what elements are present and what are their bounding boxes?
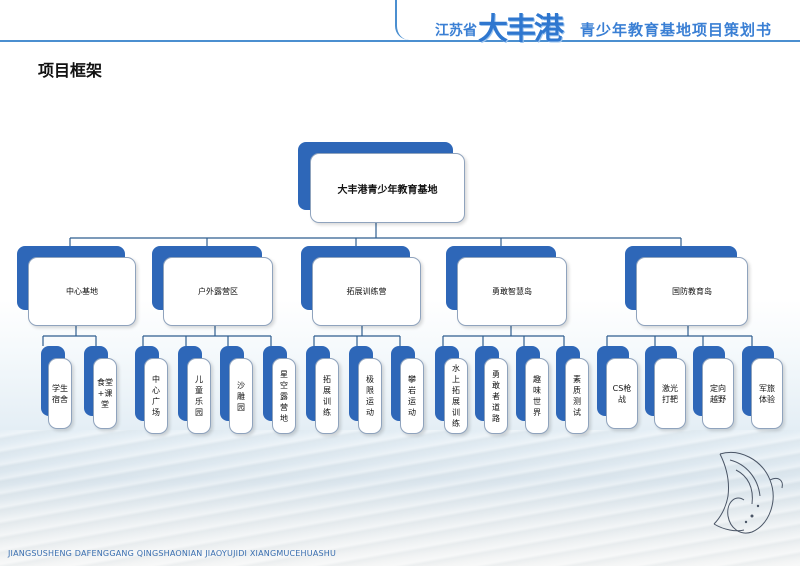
leaf-node: 食堂 +课 堂 (93, 358, 117, 429)
leaf-label: 星 空 露 营 地 (280, 369, 288, 423)
leaf-node: 儿 童 乐 园 (187, 358, 211, 434)
category-node-defense-island: 国防教育岛 (636, 257, 748, 326)
leaf-node: 水 上 拓 展 训 练 (444, 358, 468, 434)
leaf-label: 拓 展 训 练 (323, 375, 331, 417)
root-node-label: 大丰港青少年教育基地 (337, 184, 438, 196)
leaf-node: 学生 宿舍 (48, 358, 72, 429)
leaf-node: 军旅 体验 (751, 358, 783, 429)
category-node-outdoor-camp: 户外露营区 (163, 257, 273, 326)
leaf-label: 沙 雕 园 (237, 380, 245, 412)
leaf-label: 学生 宿舍 (52, 383, 68, 404)
leaf-node: 素 质 测 试 (565, 358, 589, 434)
category-label: 国防教育岛 (672, 287, 712, 296)
leaf-label: CS枪 战 (612, 383, 632, 404)
leaf-node: 拓 展 训 练 (315, 358, 339, 434)
leaf-node: 中 心 广 场 (144, 358, 168, 434)
leaf-node: 激光 打靶 (654, 358, 686, 429)
leaf-node: 星 空 露 营 地 (272, 358, 296, 434)
leaf-label: 水 上 拓 展 训 练 (452, 364, 460, 428)
leaf-node: 勇 敢 者 道 路 (484, 358, 508, 434)
leaf-label: 激光 打靶 (662, 383, 678, 404)
category-label: 中心基地 (66, 287, 98, 296)
category-node-expansion-camp: 拓展训练营 (312, 257, 421, 326)
leaf-label: 趣 味 世 界 (533, 375, 541, 417)
leaf-label: 勇 敢 者 道 路 (492, 369, 500, 423)
shell-illustration-icon (713, 452, 783, 534)
leaf-label: 定向 越野 (710, 383, 726, 404)
leaf-node: 攀 岩 运 动 (400, 358, 424, 434)
root-node: 大丰港青少年教育基地 (310, 153, 465, 223)
footer-pinyin: JIANGSUSHENG DAFENGGANG QINGSHAONIAN JIA… (8, 549, 337, 558)
category-label: 拓展训练营 (346, 287, 387, 296)
leaf-label: 儿 童 乐 园 (195, 375, 203, 417)
leaf-label: 攀 岩 运 动 (408, 375, 416, 417)
leaf-node: 趣 味 世 界 (525, 358, 549, 434)
leaf-node: 定向 越野 (702, 358, 734, 429)
category-label: 户外露营区 (198, 287, 238, 296)
leaf-node: 沙 雕 园 (229, 358, 253, 434)
leaf-node: 极 限 运 动 (358, 358, 382, 434)
leaf-node: CS枪 战 (606, 358, 638, 429)
category-node-brave-island: 勇敢智慧岛 (457, 257, 567, 326)
leaf-label: 中 心 广 场 (152, 375, 160, 417)
category-node-center-base: 中心基地 (28, 257, 136, 326)
leaf-label: 极 限 运 动 (366, 375, 374, 417)
leaf-label: 素 质 测 试 (573, 375, 581, 417)
leaf-label: 军旅 体验 (759, 383, 775, 404)
category-label: 勇敢智慧岛 (492, 287, 532, 296)
leaf-label: 食堂 +课 堂 (97, 378, 113, 409)
